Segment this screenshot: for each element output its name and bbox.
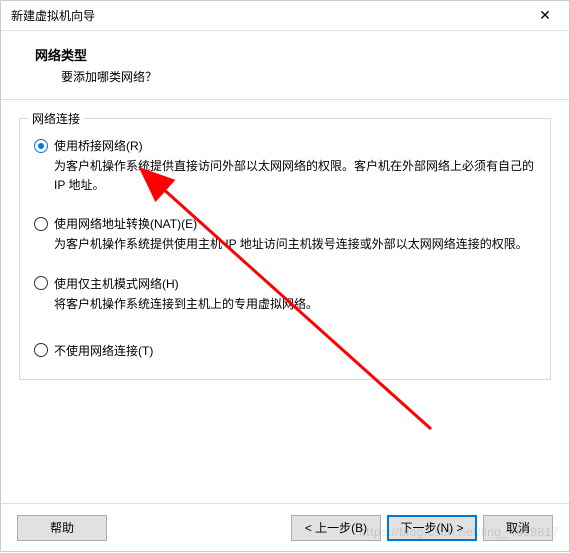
page-subtitle: 要添加哪类网络？ bbox=[61, 68, 569, 85]
option-description: 为客户机操作系统提供使用主机 IP 地址访问主机拨号连接或外部以太网网络连接的权… bbox=[54, 235, 536, 254]
close-button[interactable]: ✕ bbox=[525, 2, 565, 30]
option-description: 将客户机操作系统连接到主机上的专用虚拟网络。 bbox=[54, 295, 536, 314]
content-area: 网络连接 使用桥接网络(R) 为客户机操作系统提供直接访问外部以太网网络的权限。… bbox=[1, 100, 569, 380]
option-hostonly[interactable]: 使用仅主机模式网络(H) 将客户机操作系统连接到主机上的专用虚拟网络。 bbox=[34, 275, 536, 314]
group-legend: 网络连接 bbox=[28, 110, 84, 127]
option-label: 不使用网络连接(T) bbox=[54, 342, 153, 359]
window-title: 新建虚拟机向导 bbox=[11, 7, 95, 24]
option-none[interactable]: 不使用网络连接(T) bbox=[34, 342, 536, 359]
close-icon: ✕ bbox=[539, 7, 551, 24]
option-label: 使用仅主机模式网络(H) bbox=[54, 275, 179, 292]
radio-icon bbox=[34, 276, 48, 290]
option-description: 为客户机操作系统提供直接访问外部以太网网络的权限。客户机在外部网络上必须有自己的… bbox=[54, 157, 536, 195]
option-label: 使用桥接网络(R) bbox=[54, 137, 143, 154]
option-nat[interactable]: 使用网络地址转换(NAT)(E) 为客户机操作系统提供使用主机 IP 地址访问主… bbox=[34, 215, 536, 254]
wizard-footer: 帮助 < 上一步(B) 下一步(N) > 取消 bbox=[1, 503, 569, 551]
next-button[interactable]: 下一步(N) > bbox=[387, 515, 477, 541]
radio-icon bbox=[34, 343, 48, 357]
option-label: 使用网络地址转换(NAT)(E) bbox=[54, 215, 197, 232]
radio-icon bbox=[34, 217, 48, 231]
radio-icon bbox=[34, 139, 48, 153]
option-bridged[interactable]: 使用桥接网络(R) 为客户机操作系统提供直接访问外部以太网网络的权限。客户机在外… bbox=[34, 137, 536, 195]
network-connection-group: 网络连接 使用桥接网络(R) 为客户机操作系统提供直接访问外部以太网网络的权限。… bbox=[19, 118, 551, 380]
page-title: 网络类型 bbox=[35, 45, 569, 64]
cancel-button[interactable]: 取消 bbox=[483, 515, 553, 541]
back-button[interactable]: < 上一步(B) bbox=[291, 515, 381, 541]
titlebar: 新建虚拟机向导 ✕ bbox=[1, 1, 569, 31]
help-button[interactable]: 帮助 bbox=[17, 515, 107, 541]
wizard-header: 网络类型 要添加哪类网络？ bbox=[1, 31, 569, 100]
